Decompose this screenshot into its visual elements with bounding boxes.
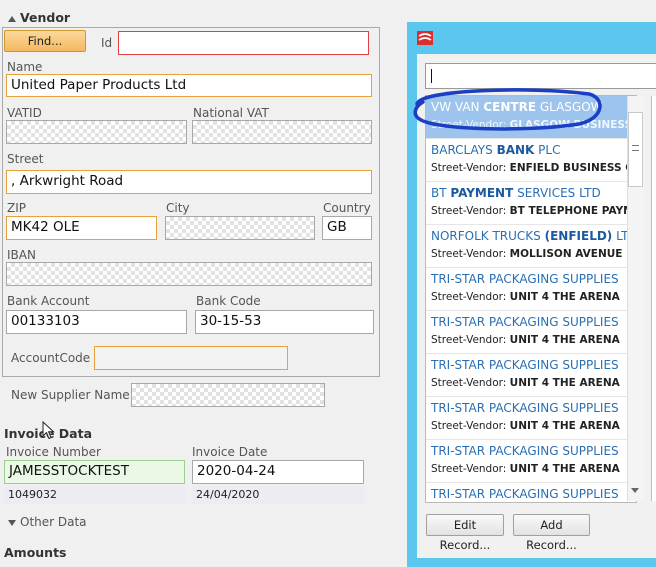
edit-record-button[interactable]: Edit Record... [426, 514, 504, 552]
find-vendor-button[interactable]: Find... [4, 30, 86, 52]
result-vendor-name: TRI-STAR PACKAGING SUPPLIES [431, 444, 619, 458]
new-supplier-field[interactable] [131, 383, 325, 407]
text-caret [431, 69, 432, 83]
expand-arrow-icon [8, 519, 16, 526]
vatid-label: VATID [7, 106, 42, 120]
invoice-number-extracted: 1049032 [4, 486, 185, 504]
id-field[interactable] [118, 31, 369, 55]
result-vendor-name: TRI-STAR PACKAGING SUPPLIES [431, 401, 619, 415]
name-field[interactable]: United Paper Products Ltd [6, 74, 372, 97]
result-vendor-name: TRI-STAR PACKAGING SUPPLIES [431, 272, 619, 286]
country-label: Country [323, 201, 371, 215]
thumb-grip-icon [632, 145, 639, 151]
result-vendor-name: BARCLAYS BANK PLC [431, 143, 561, 157]
iban-field[interactable] [6, 262, 372, 286]
scroll-down-icon[interactable] [631, 488, 639, 493]
iban-label: IBAN [7, 248, 36, 262]
city-field[interactable] [165, 216, 315, 240]
mouse-cursor-icon [42, 421, 55, 440]
result-street: Street-Vendor: UNIT 4 THE ARENA [431, 420, 620, 432]
lookup-result-item[interactable]: TRI-STAR PACKAGING SUPPLIES Street-Vendor… [426, 268, 636, 311]
street-field[interactable]: , Arkwright Road [6, 170, 372, 194]
other-data-label: Other Data [20, 515, 87, 529]
collapse-arrow-icon [8, 15, 16, 22]
bank-code-label: Bank Code [196, 294, 261, 308]
city-label: City [166, 201, 190, 215]
invoice-date-field[interactable]: 2020-04-24 [192, 460, 364, 484]
lookup-result-item[interactable]: TRI-STAR PACKAGING SUPPLIES Street-Vendor… [426, 440, 636, 483]
vendor-section-label: Vendor [20, 10, 71, 25]
result-street: Street-Vendor: UNIT 4 THE ARENA [431, 377, 620, 389]
account-code-field[interactable] [94, 346, 288, 370]
national-vat-label: National VAT [193, 106, 269, 120]
new-supplier-label: New Supplier Name [11, 388, 130, 402]
vendor-section-header[interactable]: Vendor [8, 10, 70, 25]
invoice-number-field[interactable]: JAMESSTOCKTEST [4, 460, 185, 484]
result-street: Street-Vendor: UNIT 4 THE ARENA [431, 334, 620, 346]
bank-code-field[interactable]: 30-15-53 [195, 310, 374, 334]
amounts-section-label: Amounts [4, 545, 67, 560]
result-vendor-name: TRI-STAR PACKAGING SUPPLIES [431, 487, 619, 501]
bank-account-field[interactable]: 00133103 [6, 310, 187, 334]
other-data-section-header[interactable]: Other Data [8, 515, 87, 529]
vatid-field[interactable] [6, 120, 187, 144]
lookup-result-item[interactable]: BT PAYMENT SERVICES LTD Street-Vendor: BT… [426, 182, 636, 225]
name-label: Name [7, 60, 43, 74]
account-code-label: AccountCode [11, 351, 91, 365]
national-vat-field[interactable] [192, 120, 372, 144]
zip-label: ZIP [7, 201, 26, 215]
lookup-result-item[interactable]: NORFOLK TRUCKS (ENFIELD) LTD Street-Vendo… [426, 225, 636, 268]
street-label: Street [7, 152, 44, 166]
invoice-date-label: Invoice Date [192, 445, 268, 459]
result-vendor-name: BT PAYMENT SERVICES LTD [431, 186, 601, 200]
result-street: Street-Vendor: MOLLISON AVENUE [431, 248, 623, 260]
highlight-circle-annotation [413, 88, 602, 131]
side-pane-edge [651, 96, 656, 501]
result-street: Street-Vendor: ENFIELD BUSINESS CENTRE [431, 162, 631, 174]
invoice-date-extracted: 24/04/2020 [192, 486, 364, 504]
result-vendor-name: TRI-STAR PACKAGING SUPPLIES [431, 315, 619, 329]
invoice-number-label: Invoice Number [6, 445, 101, 459]
lookup-result-item[interactable]: TRI-STAR PACKAGING SUPPLIES Street-Vendor… [426, 311, 636, 354]
result-street: Street-Vendor: UNIT 4 THE ARENA [431, 291, 620, 303]
id-label: Id [101, 36, 113, 50]
add-record-button[interactable]: Add Record... [513, 514, 590, 552]
lookup-result-item[interactable]: BARCLAYS BANK PLC Street-Vendor: ENFIELD … [426, 139, 636, 182]
bank-account-label: Bank Account [7, 294, 90, 308]
result-vendor-name: NORFOLK TRUCKS (ENFIELD) LTD [431, 229, 631, 243]
lookup-result-item[interactable]: TRI-STAR PACKAGING SUPPLIES Street-Vendor… [426, 397, 636, 440]
result-street: Street-Vendor: BT TELEPHONE PAYMENTS [431, 205, 631, 217]
result-street: Street-Vendor: UNIT 4 THE ARENA [431, 463, 620, 475]
zip-field[interactable]: MK42 OLE [6, 216, 157, 240]
country-field[interactable]: GB [322, 216, 372, 240]
lookup-result-item[interactable]: TRI-STAR PACKAGING SUPPLIESStreet-Vendor… [426, 483, 636, 502]
lookup-result-item[interactable]: TRI-STAR PACKAGING SUPPLIES Street-Vendor… [426, 354, 636, 397]
window-app-icon [417, 31, 433, 45]
vendor-results-list: VW VAN CENTRE GLASGOW Street-Vendor: GLAS… [425, 95, 637, 503]
result-vendor-name: TRI-STAR PACKAGING SUPPLIES [431, 358, 619, 372]
